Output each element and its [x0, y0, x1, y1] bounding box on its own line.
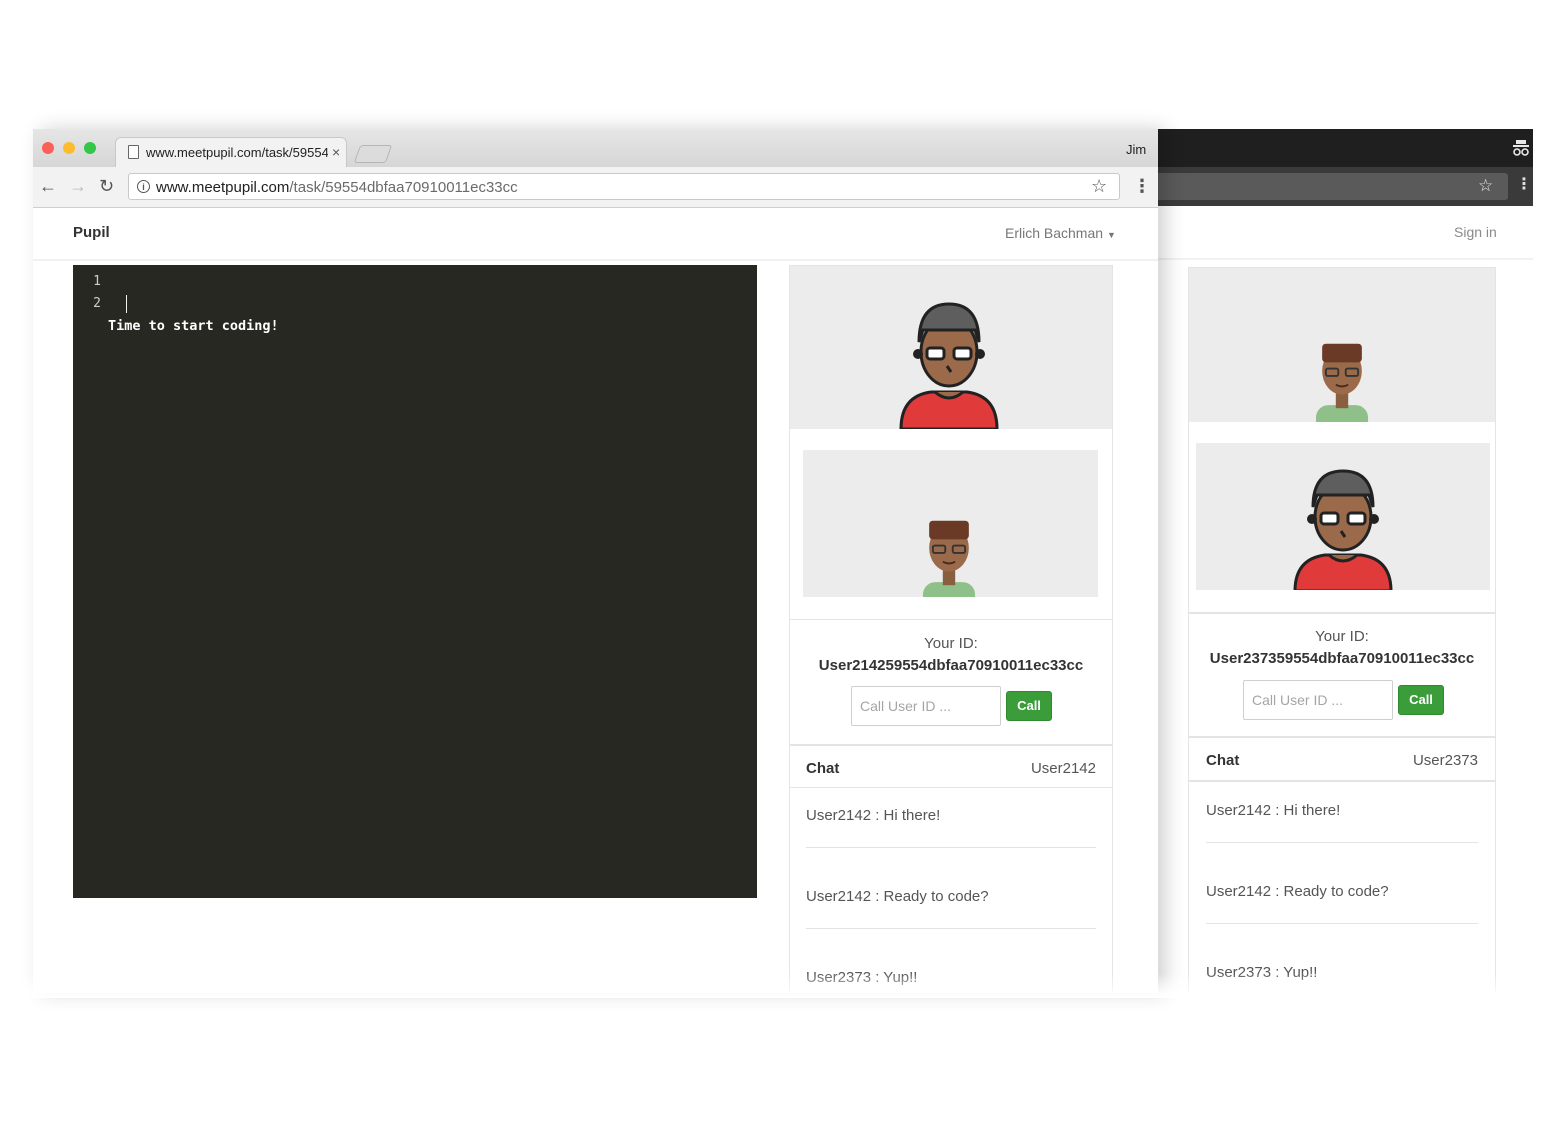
avatar-red-shirt — [1293, 469, 1393, 593]
maximize-window-icon[interactable] — [84, 142, 96, 154]
new-tab-button[interactable] — [353, 145, 393, 163]
url-host: www.meetpupil.com — [156, 179, 290, 196]
code-line: Time to start coding! — [108, 318, 279, 334]
call-button[interactable]: Call — [1398, 685, 1444, 715]
bookmark-star-icon[interactable]: ☆ — [1091, 176, 1107, 197]
chat-messages: User2142 : Hi there! User2142 : Ready to… — [789, 787, 1113, 993]
message-divider — [806, 928, 1096, 929]
remote-video — [1189, 268, 1495, 449]
your-id-label: Your ID: — [1315, 628, 1369, 645]
chat-message: User2142 : Ready to code? — [806, 888, 989, 905]
avatar-green-shirt — [922, 520, 976, 626]
user-name: Erlich Bachman — [1005, 225, 1104, 241]
chat-title: Chat — [1206, 752, 1240, 769]
text-cursor — [126, 295, 127, 313]
message-divider — [806, 847, 1096, 848]
incognito-titlebar — [1120, 129, 1533, 167]
minimize-window-icon[interactable] — [63, 142, 75, 154]
chat-messages: User2142 : Hi there! User2142 : Ready to… — [1188, 781, 1496, 993]
incognito-icon — [1512, 139, 1530, 162]
chat-header: Chat User2373 — [1188, 737, 1496, 781]
chat-username: User2373 — [1412, 752, 1478, 769]
page-document-icon — [128, 145, 139, 159]
remote-video — [790, 266, 1112, 431]
browser-menu-icon[interactable]: ⋮ — [1516, 176, 1532, 194]
close-tab-icon[interactable]: × — [332, 144, 340, 160]
address-bar[interactable]: i www.meetpupil.com/task/59554dbfaa70910… — [128, 173, 1120, 200]
user-id-panel: Your ID: User237359554dbfaa70910011ec33c… — [1188, 613, 1496, 737]
incognito-address-bar[interactable] — [1120, 173, 1508, 200]
navbar-divider — [1120, 258, 1533, 260]
message-divider — [1206, 923, 1478, 924]
close-window-icon[interactable] — [42, 142, 54, 154]
sign-in-link[interactable]: Sign in — [1454, 224, 1497, 240]
call-user-id-input[interactable]: Call User ID ... — [1243, 680, 1393, 720]
brand-logo[interactable]: Pupil — [73, 224, 110, 241]
url-path: /task/59554dbfaa70910011ec33cc — [289, 179, 518, 196]
local-video — [803, 450, 1098, 626]
reload-icon[interactable]: ↻ — [99, 175, 114, 197]
bottom-fade — [0, 973, 1566, 998]
line-number: 1 — [93, 274, 101, 289]
message-divider — [1206, 842, 1478, 843]
main-browser-window: www.meetpupil.com/task/59554dbfaa7091001… — [33, 129, 1158, 993]
avatar-red-shirt — [899, 302, 999, 431]
forward-icon[interactable]: → — [69, 175, 87, 197]
line-number: 2 — [93, 296, 101, 311]
local-video — [1196, 443, 1490, 593]
back-icon[interactable]: ← — [39, 175, 57, 197]
your-id-value: User237359554dbfaa70910011ec33cc — [1209, 650, 1475, 667]
browser-menu-icon[interactable]: ⋮ — [1133, 176, 1151, 196]
user-id-panel: Your ID: User214259554dbfaa70910011ec33c… — [789, 619, 1113, 745]
caret-down-icon: ▼ — [1106, 230, 1116, 240]
chat-header: Chat User2142 — [789, 745, 1113, 789]
line-number-gutter: 1 2 — [89, 271, 101, 315]
chat-message: User2142 : Hi there! — [806, 807, 941, 824]
chat-title: Chat — [806, 760, 840, 777]
avatar-green-shirt — [1315, 343, 1369, 449]
profile-name[interactable]: Jim — [1126, 142, 1146, 157]
user-dropdown[interactable]: Erlich Bachman ▼ — [1005, 225, 1116, 241]
tab-title: www.meetpupil.com/task/59554dbfaa7091001… — [146, 145, 328, 160]
code-content[interactable]: Time to start coding! — [108, 271, 279, 425]
chat-username: User2142 — [1030, 760, 1096, 777]
browser-tab[interactable]: www.meetpupil.com/task/59554dbfaa7091001… — [115, 137, 347, 167]
your-id-label: Your ID: — [924, 635, 978, 652]
url-text[interactable]: www.meetpupil.com/task/59554dbfaa7091001… — [156, 179, 518, 196]
chat-message: User2142 : Ready to code? — [1206, 883, 1389, 900]
call-user-id-input[interactable]: Call User ID ... — [851, 686, 1001, 726]
chat-message: User2142 : Hi there! — [1206, 802, 1341, 819]
code-editor[interactable]: 1 2 Time to start coding! — [73, 265, 757, 898]
site-info-icon[interactable]: i — [137, 180, 150, 193]
incognito-browser-window: ☆ ⋮ Sign in Your ID: User237359554dbfaa7… — [1120, 129, 1533, 993]
navbar-divider — [33, 259, 1158, 261]
bookmark-star-icon[interactable]: ☆ — [1478, 177, 1493, 195]
call-button[interactable]: Call — [1006, 691, 1052, 721]
your-id-value: User214259554dbfaa70910011ec33cc — [818, 657, 1084, 674]
